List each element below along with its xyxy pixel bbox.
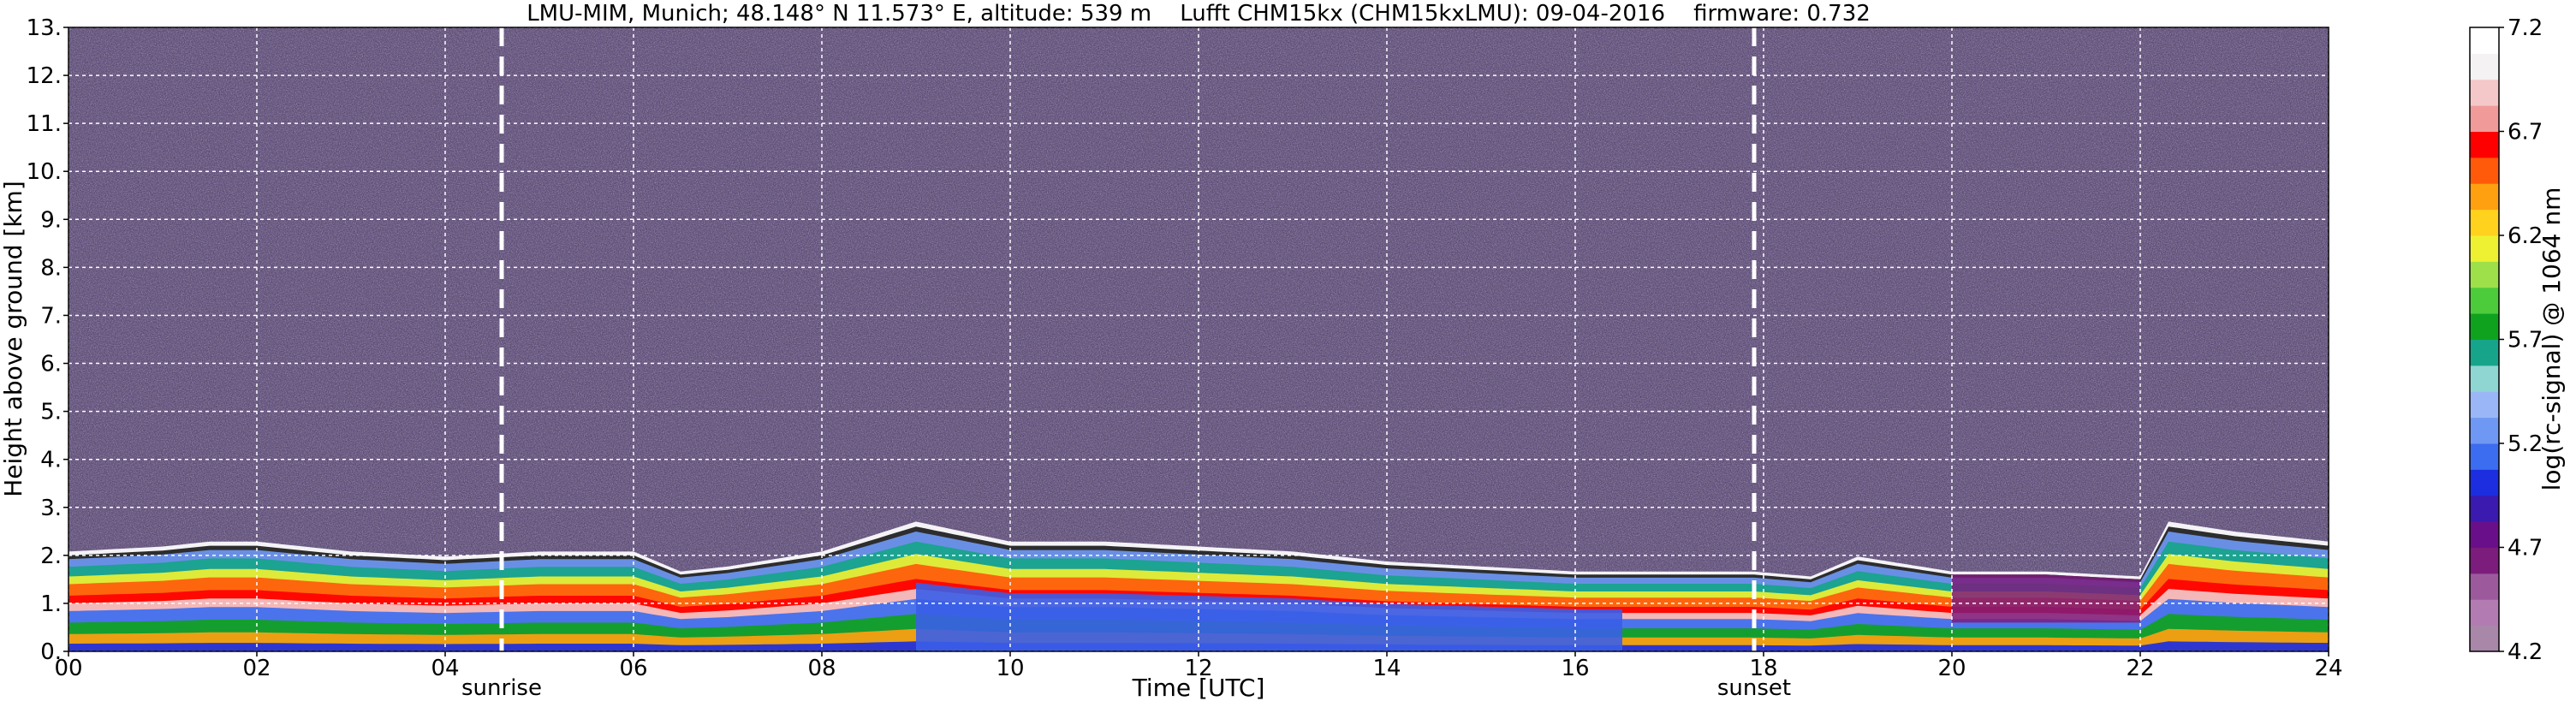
x-tick-label: 14 bbox=[1372, 656, 1401, 681]
y-tick-label: 12. bbox=[27, 63, 62, 89]
colorbar-segment bbox=[2470, 157, 2499, 184]
y-tick-label: 5. bbox=[40, 400, 62, 425]
colorbar-segment bbox=[2470, 131, 2499, 158]
ceilometer-chart: LMU-MIM, Munich; 48.148° N 11.573° E, al… bbox=[0, 1, 2566, 702]
colorbar-segment bbox=[2470, 339, 2499, 366]
colorbar-segment bbox=[2470, 287, 2499, 314]
colorbar-segment bbox=[2470, 105, 2499, 132]
colorbar-segment bbox=[2470, 521, 2499, 548]
event-labels: sunrise sunset bbox=[461, 675, 1791, 701]
y-tick-label: 0. bbox=[40, 639, 62, 665]
colorbar-segment bbox=[2470, 365, 2499, 392]
colorbar-segment bbox=[2470, 469, 2499, 496]
signal-layer bbox=[1952, 574, 2140, 623]
colorbar-segment bbox=[2470, 235, 2499, 262]
y-tick-label: 7. bbox=[40, 303, 62, 329]
plot-area bbox=[68, 27, 2329, 651]
chart-title: LMU-MIM, Munich; 48.148° N 11.573° E, al… bbox=[527, 1, 1871, 27]
colorbar-segment bbox=[2470, 391, 2499, 419]
colorbar-segment bbox=[2470, 417, 2499, 444]
colorbar-segment bbox=[2470, 183, 2499, 211]
y-tick-label: 3. bbox=[40, 496, 62, 521]
x-tick-label: 22 bbox=[2126, 656, 2154, 681]
event-label: sunrise bbox=[461, 675, 542, 701]
y-tick-label: 8. bbox=[40, 255, 62, 281]
x-tick-label: 02 bbox=[242, 656, 271, 681]
x-tick-label: 08 bbox=[807, 656, 836, 681]
y-tick-label: 6. bbox=[40, 352, 62, 377]
colorbar: 4.24.75.25.76.26.77.2 bbox=[2469, 15, 2543, 665]
y-tick-label: 13. bbox=[27, 15, 62, 41]
colorbar-segment bbox=[2470, 573, 2499, 600]
colorbar-segment bbox=[2470, 79, 2499, 106]
y-tick-label: 2. bbox=[40, 544, 62, 569]
x-axis-label: Time [UTC] bbox=[1132, 674, 1265, 702]
colorbar-segment bbox=[2470, 625, 2499, 652]
y-tick-label: 1. bbox=[40, 591, 62, 617]
x-tick-label: 24 bbox=[2314, 656, 2342, 681]
colorbar-tick-label: 6.7 bbox=[2508, 120, 2543, 146]
x-tick-label: 04 bbox=[431, 656, 459, 681]
colorbar-tick-label: 7.2 bbox=[2508, 15, 2543, 41]
y-tick-label: 9. bbox=[40, 207, 62, 233]
colorbar-segment bbox=[2470, 209, 2499, 236]
y-tick-label: 10. bbox=[27, 159, 62, 185]
x-tick-label: 06 bbox=[619, 656, 647, 681]
colorbar-segment bbox=[2470, 313, 2499, 340]
y-axis: 0. 1. 2. 3. 4. 5. 6. 7. 8. 9. 10. 11. 12. 13. bbox=[27, 15, 68, 665]
colorbar-segment bbox=[2470, 53, 2499, 80]
x-tick-label: 10 bbox=[996, 656, 1024, 681]
colorbar-segment bbox=[2470, 27, 2499, 54]
colorbar-segment bbox=[2470, 547, 2499, 574]
colorbar-segment bbox=[2470, 495, 2499, 522]
y-axis-label: Height above ground [km] bbox=[0, 181, 27, 497]
colorbar-segment bbox=[2470, 443, 2499, 470]
colorbar-segment bbox=[2470, 261, 2499, 288]
x-tick-label: 20 bbox=[1937, 656, 1966, 681]
x-tick-label: 16 bbox=[1561, 656, 1589, 681]
colorbar-tick-label: 4.7 bbox=[2508, 536, 2543, 561]
colorbar-tick-label: 4.2 bbox=[2508, 639, 2543, 665]
event-label: sunset bbox=[1717, 675, 1791, 701]
y-tick-label: 11. bbox=[27, 111, 62, 137]
y-tick-label: 4. bbox=[40, 448, 62, 473]
colorbar-segment bbox=[2470, 599, 2499, 627]
colorbar-label: log(rc-signal) @ 1064 nm bbox=[2537, 187, 2566, 491]
